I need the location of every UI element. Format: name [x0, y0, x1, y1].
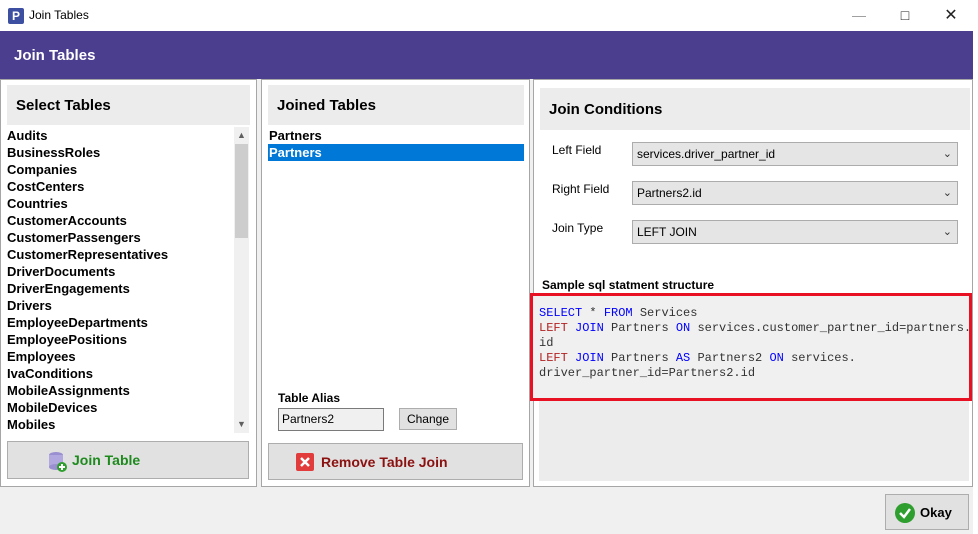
table-list-item[interactable]: Drivers [7, 297, 235, 314]
table-list-item[interactable]: Countries [7, 195, 235, 212]
close-button[interactable]: ✕ [928, 0, 974, 31]
joined-table-item-selected[interactable]: Partners [268, 144, 524, 161]
table-list-item[interactable]: CostCenters [7, 178, 235, 195]
join-type-select[interactable]: LEFT JOIN ⌄ [632, 220, 958, 244]
check-icon [895, 503, 915, 523]
dialog-header: Join Tables [0, 31, 973, 79]
tables-scrollbar[interactable]: ▲ ▼ [234, 127, 249, 433]
joined-tables-header: Joined Tables [268, 85, 524, 125]
table-list-item[interactable]: MobileDevices [7, 399, 235, 416]
database-add-icon [49, 452, 67, 472]
table-alias-input[interactable]: Partners2 [278, 408, 384, 431]
remove-icon [296, 453, 314, 471]
table-list-item[interactable]: Audits [7, 127, 235, 144]
table-list-item[interactable]: Companies [7, 161, 235, 178]
dialog-title: Join Tables [14, 47, 96, 64]
join-conditions-header: Join Conditions [540, 88, 970, 130]
table-alias-label: Table Alias [278, 391, 341, 405]
okay-button[interactable]: Okay [885, 494, 969, 530]
join-table-button[interactable]: Join Table [7, 441, 249, 479]
join-table-label: Join Table [72, 452, 141, 468]
remove-table-join-label: Remove Table Join [321, 454, 448, 470]
sample-sql-text: SELECT * FROM Services LEFT JOIN Partner… [539, 306, 972, 380]
right-edge [973, 0, 978, 534]
title-bar: P Join Tables — □ ✕ [0, 0, 978, 31]
tables-list[interactable]: Audits BusinessRoles Companies CostCenters C… [7, 127, 235, 433]
chevron-down-icon: ⌄ [942, 187, 952, 199]
left-field-select[interactable]: services.driver_partner_id ⌄ [632, 142, 958, 166]
select-tables-header: Select Tables [7, 85, 250, 125]
table-list-item[interactable]: MobileAssignments [7, 382, 235, 399]
scroll-thumb[interactable] [235, 144, 248, 238]
table-list-item[interactable]: BusinessRoles [7, 144, 235, 161]
sample-sql-label: Sample sql statment structure [542, 278, 715, 292]
chevron-down-icon: ⌄ [942, 226, 952, 238]
table-list-item[interactable]: EmployeeDepartments [7, 314, 235, 331]
left-field-label: Left Field [552, 143, 602, 157]
sql-area-background [539, 401, 969, 481]
right-field-label: Right Field [552, 182, 610, 196]
table-list-item[interactable]: IvaConditions [7, 365, 235, 382]
window-title: Join Tables [29, 8, 89, 22]
remove-table-join-button[interactable]: Remove Table Join [268, 443, 523, 480]
table-list-item[interactable]: Mobiles [7, 416, 235, 433]
change-alias-button[interactable]: Change [399, 408, 457, 430]
maximize-button[interactable]: □ [882, 0, 928, 31]
join-conditions-title: Join Conditions [549, 101, 663, 118]
minimize-button[interactable]: — [836, 0, 882, 31]
app-icon: P [8, 8, 24, 24]
table-list-item[interactable]: CustomerRepresentatives [7, 246, 235, 263]
scroll-up-icon[interactable]: ▲ [234, 127, 249, 144]
table-list-item[interactable]: CustomerAccounts [7, 212, 235, 229]
chevron-down-icon: ⌄ [942, 148, 952, 160]
table-list-item[interactable]: DriverEngagements [7, 280, 235, 297]
okay-label: Okay [920, 505, 952, 520]
table-list-item[interactable]: Employees [7, 348, 235, 365]
select-tables-title: Select Tables [16, 97, 111, 114]
joined-table-item[interactable]: Partners [268, 127, 524, 144]
join-type-label: Join Type [552, 221, 604, 235]
joined-tables-title: Joined Tables [277, 97, 376, 114]
scroll-down-icon[interactable]: ▼ [234, 416, 249, 433]
table-list-item[interactable]: DriverDocuments [7, 263, 235, 280]
right-field-select[interactable]: Partners2.id ⌄ [632, 181, 958, 205]
table-list-item[interactable]: EmployeePositions [7, 331, 235, 348]
table-list-item[interactable]: CustomerPassengers [7, 229, 235, 246]
